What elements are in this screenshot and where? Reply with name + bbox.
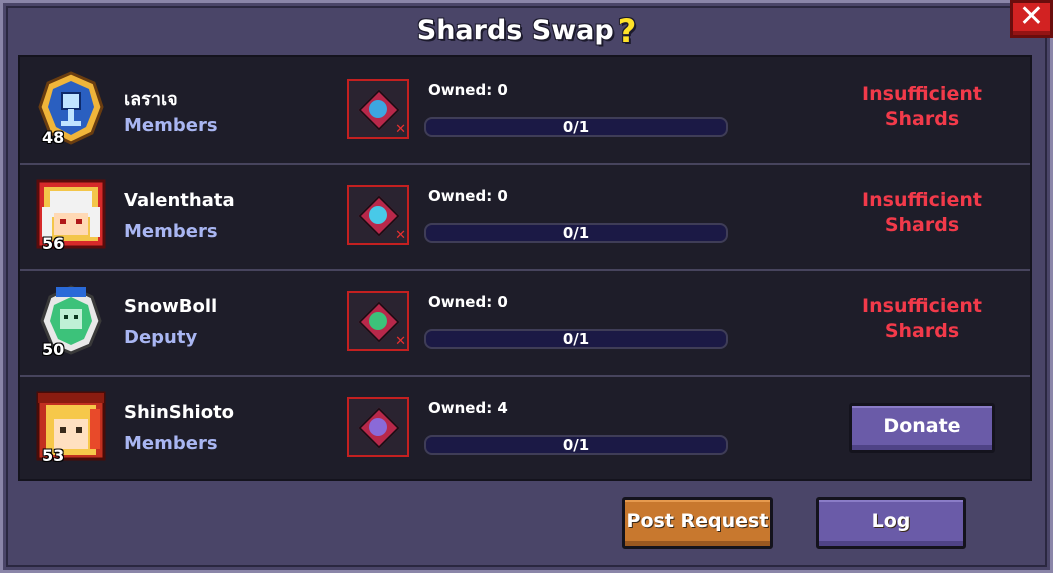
member-role: Members — [124, 221, 218, 242]
request-list[interactable]: 48 เลราเจ Members ✕ Owned: 0 0/1 Insuffi… — [18, 55, 1032, 481]
cyan-shard-icon — [369, 206, 387, 224]
title-text: Shards Swap — [416, 15, 614, 46]
progress-text: 0/1 — [562, 436, 590, 454]
status-text: Insufficient Shards — [820, 82, 1024, 132]
list-item: 56 Valenthata Members ✕ Owned: 0 0/1 Ins… — [20, 163, 1030, 271]
member-name: ShinShioto — [124, 402, 235, 423]
level-badge: 56 — [42, 234, 65, 253]
status-line: Shards — [884, 108, 960, 130]
status-line: Insufficient — [862, 189, 982, 211]
level-badge: 53 — [42, 446, 65, 465]
member-avatar[interactable]: 48 — [34, 71, 108, 147]
post-request-button[interactable]: Post Request — [622, 497, 773, 549]
donate-button[interactable]: Donate — [849, 403, 995, 453]
panel-title: Shards Swap? — [0, 12, 1053, 50]
shard-item-slot[interactable]: ✕ — [347, 185, 409, 245]
progress-text: 0/1 — [562, 224, 590, 242]
member-name: Valenthata — [124, 190, 235, 211]
progress-text: 0/1 — [562, 118, 590, 136]
missing-x-icon: ✕ — [395, 228, 406, 243]
member-name: SnowBoll — [124, 296, 218, 317]
list-item: 48 เลราเจ Members ✕ Owned: 0 0/1 Insuffi… — [20, 57, 1030, 165]
purple-shard-icon — [369, 418, 387, 436]
list-item: 53 ShinShioto Members Owned: 4 0/1 Donat… — [20, 375, 1030, 481]
member-role: Deputy — [124, 327, 198, 348]
close-button[interactable]: ✕ — [1010, 0, 1053, 38]
level-badge: 48 — [42, 128, 65, 147]
member-role: Members — [124, 433, 218, 454]
status-line: Shards — [884, 214, 960, 236]
status-line: Insufficient — [862, 83, 982, 105]
list-item: 50 SnowBoll Deputy ✕ Owned: 0 0/1 Insuff… — [20, 269, 1030, 377]
progress-bar: 0/1 — [424, 223, 728, 243]
help-icon[interactable]: ? — [618, 12, 637, 50]
progress-text: 0/1 — [562, 330, 590, 348]
green-shard-icon — [369, 312, 387, 330]
blue-shard-icon — [369, 100, 387, 118]
member-avatar[interactable]: 56 — [34, 177, 108, 253]
progress-bar: 0/1 — [424, 117, 728, 137]
member-avatar[interactable]: 53 — [34, 389, 108, 465]
member-avatar[interactable]: 50 — [34, 283, 108, 359]
status-line: Insufficient — [862, 295, 982, 317]
member-role: Members — [124, 115, 218, 136]
level-badge: 50 — [42, 340, 65, 359]
shard-item-slot[interactable] — [347, 397, 409, 457]
owned-count: Owned: 4 — [428, 399, 508, 417]
missing-x-icon: ✕ — [395, 122, 406, 137]
owned-count: Owned: 0 — [428, 293, 508, 311]
progress-bar: 0/1 — [424, 435, 728, 455]
log-button[interactable]: Log — [816, 497, 966, 549]
shard-item-slot[interactable]: ✕ — [347, 79, 409, 139]
status-text: Insufficient Shards — [820, 294, 1024, 344]
progress-bar: 0/1 — [424, 329, 728, 349]
missing-x-icon: ✕ — [395, 334, 406, 349]
shard-item-slot[interactable]: ✕ — [347, 291, 409, 351]
owned-count: Owned: 0 — [428, 187, 508, 205]
status-text: Insufficient Shards — [820, 188, 1024, 238]
owned-count: Owned: 0 — [428, 81, 508, 99]
member-name: เลราเจ — [124, 89, 178, 110]
close-icon: ✕ — [1018, 0, 1045, 34]
status-line: Shards — [884, 320, 960, 342]
